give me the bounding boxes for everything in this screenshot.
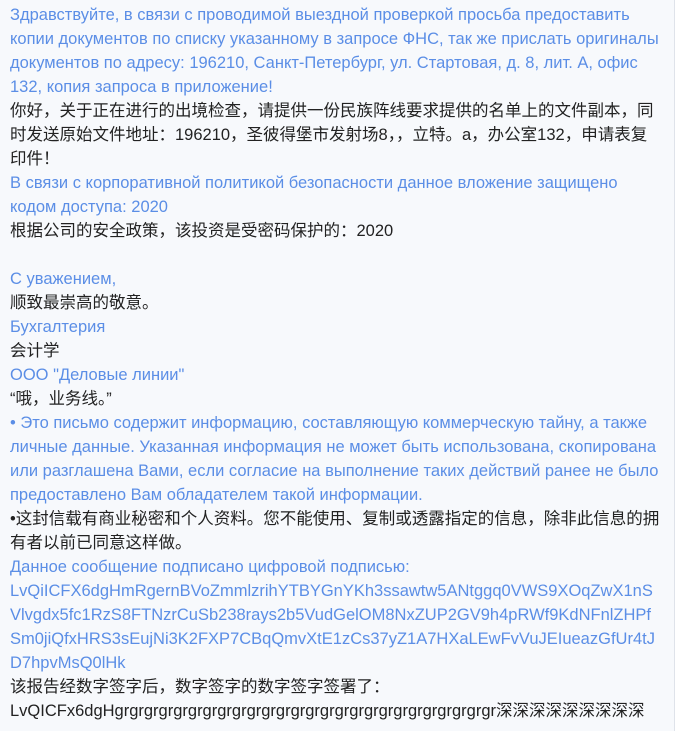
security-policy-chinese: 根据公司的安全政策，该投资是受密码保护的：2020 [10,222,394,240]
confidentiality-notice-chinese: •这封信载有商业秘密和个人资料。您不能使用、复制或透露指定的信息，除非此信息的拥… [10,510,660,552]
digital-signature-code-russian: LvQiICFX6dgHmRgernBVoZmmlzrihYTBYGnYKh3s… [10,582,655,672]
greeting-chinese: 你好，关于正在进行的出境检查，请提供一份民族阵线要求提供的名单上的文件副本，同时… [10,102,654,168]
department-russian: Бухгалтерия [10,318,106,336]
security-policy-russian: В связи с корпоративной политикой безопа… [10,174,623,216]
company-russian: ООО "Деловые линии" [10,366,185,384]
digital-signature-label-russian: Данное сообщение подписано цифровой подп… [10,558,410,576]
email-message-body: Здравствуйте, в связи с проводимой выезд… [0,0,675,731]
company-chinese: “哦，业务线。” [10,390,112,408]
regards-russian: С уважением, [10,270,117,288]
greeting-russian: Здравствуйте, в связи с проводимой выезд… [10,6,664,96]
department-chinese: 会计学 [10,342,60,360]
digital-signature-code-chinese: LvQICFx6dgHgrgrgrgrgrgrgrgrgrgrgrgrgrgrg… [10,702,645,720]
confidentiality-notice-russian: • Это письмо содержит информацию, состав… [10,414,664,504]
regards-chinese: 顺致最崇高的敬意。 [10,294,159,312]
digital-signature-label-chinese: 该报告经数字签字后，数字签字的数字签字签署了： [10,678,390,696]
